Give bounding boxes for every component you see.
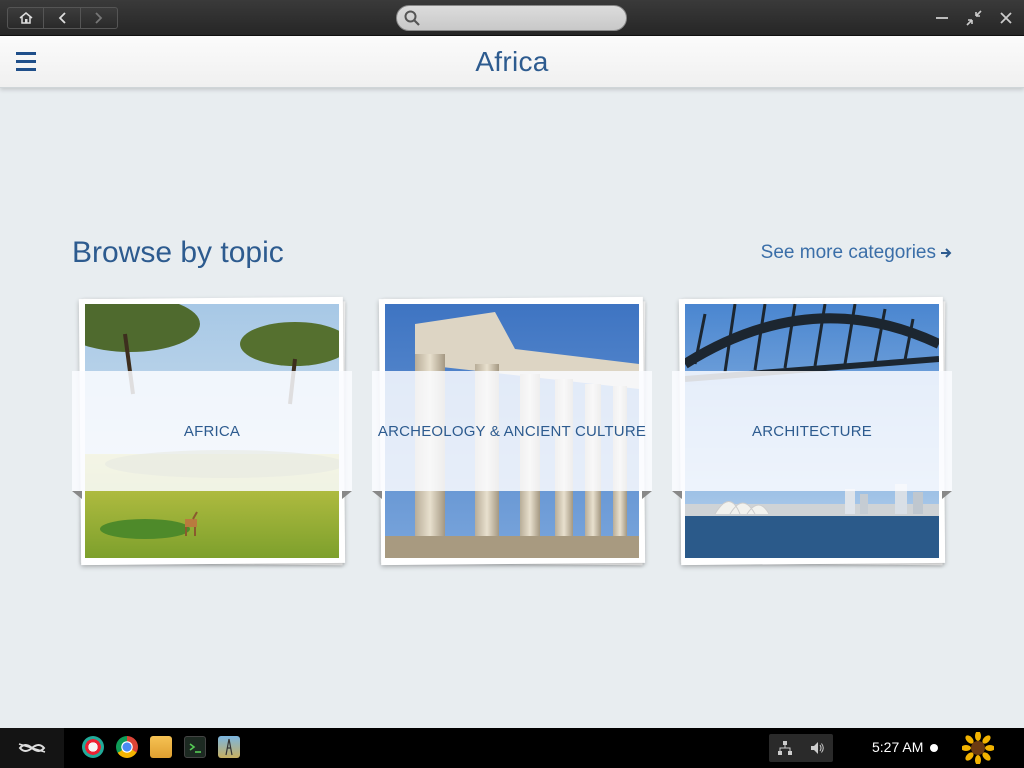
chevron-left-icon — [58, 12, 66, 24]
window-controls — [932, 8, 1016, 28]
card-label: AFRICA — [183, 422, 241, 440]
encyclopedia-icon[interactable] — [218, 736, 240, 758]
network-icon[interactable] — [777, 740, 793, 756]
taskbar-apps — [82, 736, 240, 758]
restore-button[interactable] — [964, 8, 984, 28]
search-bar[interactable] — [396, 5, 627, 31]
clock[interactable]: 5:27 AM — [872, 739, 923, 755]
close-icon — [1000, 12, 1012, 24]
forward-button[interactable] — [81, 7, 118, 29]
volume-icon[interactable] — [809, 740, 825, 756]
endless-logo-icon — [18, 743, 46, 753]
see-more-label: See more categories — [760, 242, 936, 263]
back-button[interactable] — [44, 7, 81, 29]
taskbar: 5:27 AM — [0, 728, 1024, 768]
arrow-right-icon — [941, 248, 952, 258]
page-title: Africa — [475, 46, 549, 77]
chrome-icon[interactable] — [116, 736, 138, 758]
minimize-button[interactable] — [932, 8, 952, 28]
system-tray — [769, 734, 833, 762]
topic-card-archeology[interactable]: ARCHEOLOGY & ANCIENT CULTURE — [372, 296, 652, 566]
window-titlebar — [0, 0, 1024, 36]
home-icon — [19, 12, 32, 24]
topic-card-africa[interactable]: AFRICA — [72, 296, 352, 566]
restore-icon — [966, 10, 982, 26]
card-label-band: AFRICA — [72, 371, 352, 491]
topic-card-architecture[interactable]: ARCHITECTURE — [672, 296, 952, 566]
close-button[interactable] — [996, 8, 1016, 28]
see-more-categories-link[interactable]: See more categories — [761, 242, 952, 264]
minimize-icon — [936, 17, 948, 19]
app-store-icon[interactable] — [82, 736, 104, 758]
chevron-right-icon — [95, 12, 103, 24]
search-icon — [404, 10, 420, 26]
notification-dot[interactable] — [930, 744, 938, 752]
card-label: ARCHEOLOGY & ANCIENT CULTURE — [377, 422, 647, 440]
start-button[interactable] — [0, 728, 64, 768]
nav-button-group — [7, 7, 118, 29]
terminal-icon[interactable] — [184, 736, 206, 758]
home-button[interactable] — [7, 7, 44, 29]
card-label-band: ARCHEOLOGY & ANCIENT CULTURE — [372, 371, 652, 491]
files-icon[interactable] — [150, 736, 172, 758]
search-input[interactable] — [423, 9, 618, 27]
section-title: Browse by topic — [72, 236, 284, 269]
card-label-band: ARCHITECTURE — [672, 371, 952, 491]
sunflower-icon[interactable] — [962, 732, 994, 764]
card-label: ARCHITECTURE — [752, 422, 872, 440]
app-header: Africa — [0, 36, 1024, 88]
